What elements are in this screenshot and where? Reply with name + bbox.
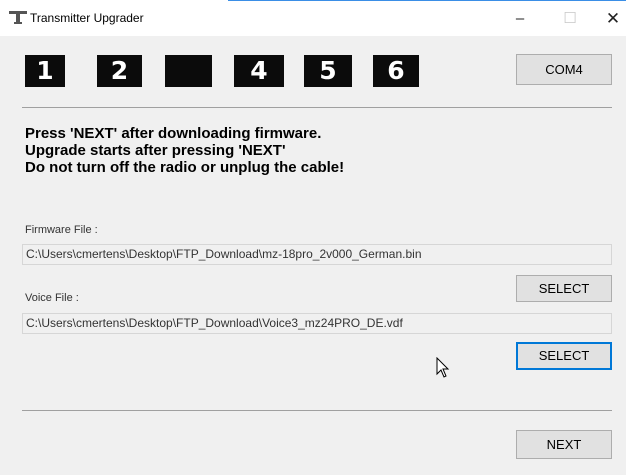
step-indicator-3 (165, 55, 212, 87)
next-button[interactable]: NEXT (516, 430, 612, 459)
title-accent-line (228, 0, 626, 1)
instruction-line-2: Upgrade starts after pressing 'NEXT' (25, 142, 286, 159)
title-bar: Transmitter Upgrader – ☐ ✕ (0, 0, 626, 36)
instruction-line-1: Press 'NEXT' after downloading firmware. (25, 125, 322, 142)
voice-file-path[interactable]: C:\Users\cmertens\Desktop\FTP_Download\V… (22, 313, 612, 334)
transmitter-icon (9, 11, 27, 24)
bottom-separator (22, 410, 612, 411)
maximize-button[interactable]: ☐ (553, 6, 587, 32)
firmware-file-label: Firmware File : (25, 224, 98, 236)
minimize-button[interactable]: – (503, 6, 537, 32)
close-button[interactable]: ✕ (596, 6, 626, 32)
firmware-select-button[interactable]: SELECT (516, 275, 612, 302)
mouse-pointer-icon (436, 357, 450, 378)
step-indicator-1: 1 (25, 55, 65, 87)
instructions-text: Press 'NEXT' after downloading firmware.… (25, 125, 344, 176)
firmware-file-path[interactable]: C:\Users\cmertens\Desktop\FTP_Download\m… (22, 244, 612, 265)
step-indicator-5: 5 (304, 55, 352, 87)
voice-select-button[interactable]: SELECT (516, 342, 612, 370)
step-indicator-6: 6 (373, 55, 419, 87)
com-port-button[interactable]: COM4 (516, 54, 612, 85)
step-indicator-4: 4 (234, 55, 284, 87)
window-title: Transmitter Upgrader (30, 11, 144, 25)
step-indicator-2: 2 (97, 55, 142, 87)
instruction-line-3: Do not turn off the radio or unplug the … (25, 159, 345, 176)
voice-file-label: Voice File : (25, 292, 79, 304)
top-separator (22, 107, 612, 108)
